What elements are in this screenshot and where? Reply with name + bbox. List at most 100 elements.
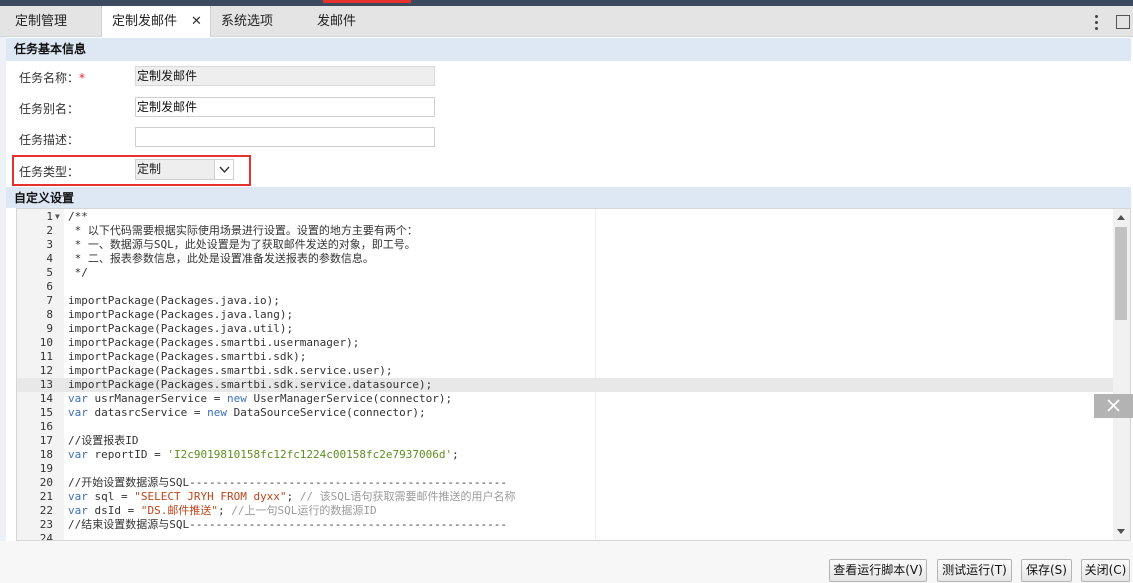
script-editor[interactable]: 1 ▼/** 2 * 以下代码需要根据实际使用场景进行设置。设置的地方主要有两个： 3… (16, 208, 1131, 541)
line-number: 17 (39, 434, 53, 447)
code-area[interactable]: 1 ▼/** 2 * 以下代码需要根据实际使用场景进行设置。设置的地方主要有两个： 3… (17, 209, 1113, 540)
code-line[interactable]: 4 * 二、报表参数信息，此处是设置准备发送报表的参数信息。 (17, 252, 1113, 266)
code-token: var (68, 406, 88, 419)
line-number: 8 (46, 308, 53, 321)
tab-close-icon[interactable]: ✕ (191, 6, 202, 37)
tab-custom-management[interactable]: 定制管理 (15, 6, 67, 37)
fold-icon[interactable]: ▼ (55, 210, 60, 224)
more-vertical-icon[interactable] (1090, 12, 1102, 32)
code-line[interactable]: 21 var sql = "SELECT JRYH FROM dyxx"; // … (17, 490, 1113, 504)
code-line[interactable]: 11 importPackage(Packages.smartbi.sdk); (17, 350, 1113, 364)
code-token: ; (452, 448, 459, 461)
code-line[interactable]: 6 (17, 280, 1113, 294)
code-token: DataSourceService(connector); (226, 406, 426, 419)
line-number: 20 (39, 476, 53, 489)
task-type-highlight (12, 155, 251, 186)
code-token: new (226, 392, 247, 405)
code-token: ; (217, 504, 232, 517)
code-token: reportID = (87, 448, 168, 461)
close-icon[interactable] (1094, 394, 1133, 418)
maximize-icon[interactable] (1116, 15, 1130, 29)
code-line[interactable]: 22 var dsId = "DS.邮件推送"; //上一句SQL运行的数据源ID (17, 504, 1113, 518)
code-text: importPackage(Packages.smartbi.sdk.servi… (68, 364, 393, 377)
code-token: usrManagerService = (87, 392, 227, 405)
code-text: importPackage(Packages.smartbi.sdk); (68, 350, 307, 363)
scroll-down-icon[interactable] (1117, 529, 1125, 534)
line-number: 19 (39, 462, 53, 475)
tab-system-options[interactable]: 系统选项 (221, 6, 273, 37)
code-line[interactable]: 5 */ (17, 266, 1113, 280)
code-line[interactable]: 12 importPackage(Packages.smartbi.sdk.ser… (17, 364, 1113, 378)
line-number: 2 (46, 224, 53, 237)
line-number: 12 (39, 364, 53, 377)
code-line[interactable]: 8 importPackage(Packages.java.lang); (17, 308, 1113, 322)
code-text: * 二、报表参数信息，此处是设置准备发送报表的参数信息。 (68, 252, 374, 265)
code-text: * 一、数据源与SQL，此处设置是为了获取邮件发送的对象，即工号。 (68, 238, 416, 251)
task-alias-field[interactable]: 定制发邮件 (135, 97, 435, 117)
line-number: 10 (39, 336, 53, 349)
line-number: 16 (39, 420, 53, 433)
code-line[interactable]: 14 var usrManagerService = new UserManage… (17, 392, 1113, 406)
code-line[interactable]: 13 importPackage(Packages.smartbi.sdk.ser… (17, 378, 1113, 392)
code-token: var (68, 504, 88, 517)
code-text: var dsId = "DS.邮件推送"; //上一句SQL运行的数据源ID (68, 504, 377, 518)
code-token: new (207, 406, 227, 419)
code-token: "SELECT JRYH FROM dyxx" (134, 490, 287, 503)
scroll-up-icon[interactable] (1117, 215, 1125, 220)
view-script-button[interactable]: 查看运行脚本(V) (829, 559, 927, 582)
code-line[interactable]: 19 (17, 462, 1113, 476)
task-alias-label: 任务别名： (19, 102, 80, 116)
code-line[interactable]: 2 * 以下代码需要根据实际使用场景进行设置。设置的地方主要有两个： (17, 224, 1113, 238)
code-token: var (68, 448, 88, 461)
line-number: 18 (39, 448, 53, 461)
tab-custom-send-mail[interactable]: 定制发邮件 ✕ (101, 6, 211, 37)
code-token: ; (286, 490, 300, 503)
left-edge (0, 37, 6, 542)
close-button[interactable]: 关闭(C) (1081, 559, 1130, 582)
code-text: var usrManagerService = new UserManagerS… (68, 392, 452, 406)
code-token: "DS.邮件推送" (140, 504, 218, 517)
required-mark: * (79, 71, 86, 85)
tab-label: 系统选项 (221, 14, 274, 29)
code-token: // 该SQL语句获取需要邮件推送的用户名称 (299, 490, 516, 503)
code-line[interactable]: 16 (17, 420, 1113, 434)
save-button[interactable]: 保存(S) (1021, 559, 1072, 582)
task-name-field: 定制发邮件 (135, 66, 435, 86)
code-line[interactable]: 7 importPackage(Packages.java.io); (17, 294, 1113, 308)
tab-send-mail[interactable]: 发邮件 (317, 6, 356, 37)
line-number: 1 (46, 210, 53, 223)
code-line[interactable]: 23 //结束设置数据源与SQL-------------------------… (17, 518, 1113, 532)
tab-label: 定制发邮件 (112, 14, 178, 29)
code-text: importPackage(Packages.smartbi.usermanag… (68, 336, 360, 349)
code-token: sql = (87, 490, 135, 503)
line-number: 6 (46, 280, 53, 293)
code-text: importPackage(Packages.java.io); (68, 294, 280, 307)
line-number: 22 (39, 504, 53, 517)
scroll-thumb[interactable] (1115, 227, 1127, 320)
code-line[interactable]: 20 //开始设置数据源与SQL-------------------------… (17, 476, 1113, 490)
code-text: importPackage(Packages.smartbi.sdk.servi… (68, 378, 433, 391)
code-text: * 以下代码需要根据实际使用场景进行设置。设置的地方主要有两个： (68, 224, 418, 237)
code-token: //上一句SQL运行的数据源ID (231, 504, 377, 517)
code-line[interactable]: 24 (17, 532, 1113, 540)
test-run-button[interactable]: 测试运行(T) (937, 559, 1012, 582)
line-number: 15 (39, 406, 53, 419)
code-text: //开始设置数据源与SQL---------------------------… (68, 476, 507, 489)
code-line[interactable]: 9 importPackage(Packages.java.util); (17, 322, 1113, 336)
code-line[interactable]: 18 var reportID = 'I2c9019810158fc12fc122… (17, 448, 1113, 462)
label-text: 任务名称： (19, 71, 80, 85)
tab-bar: 定制管理 定制发邮件 ✕ 系统选项 发邮件 (0, 6, 1133, 37)
code-line[interactable]: 10 importPackage(Packages.smartbi.userman… (17, 336, 1113, 350)
line-number: 9 (46, 322, 53, 335)
code-line[interactable]: 15 var datasrcService = new DataSourceSer… (17, 406, 1113, 420)
task-description-field[interactable] (135, 127, 435, 147)
code-line[interactable]: 3 * 一、数据源与SQL，此处设置是为了获取邮件发送的对象，即工号。 (17, 238, 1113, 252)
section-title: 自定义设置 (14, 191, 75, 205)
code-line[interactable]: 1 ▼ /** (17, 210, 1113, 224)
line-number: 11 (39, 350, 53, 363)
code-line[interactable]: 17 //设置报表ID (17, 434, 1113, 448)
code-token: UserManagerService(connector); (246, 392, 453, 405)
section-header-basic-info: 任务基本信息 (6, 38, 1131, 61)
editor-scrollbar[interactable] (1113, 209, 1130, 540)
code-token: var (68, 392, 88, 405)
